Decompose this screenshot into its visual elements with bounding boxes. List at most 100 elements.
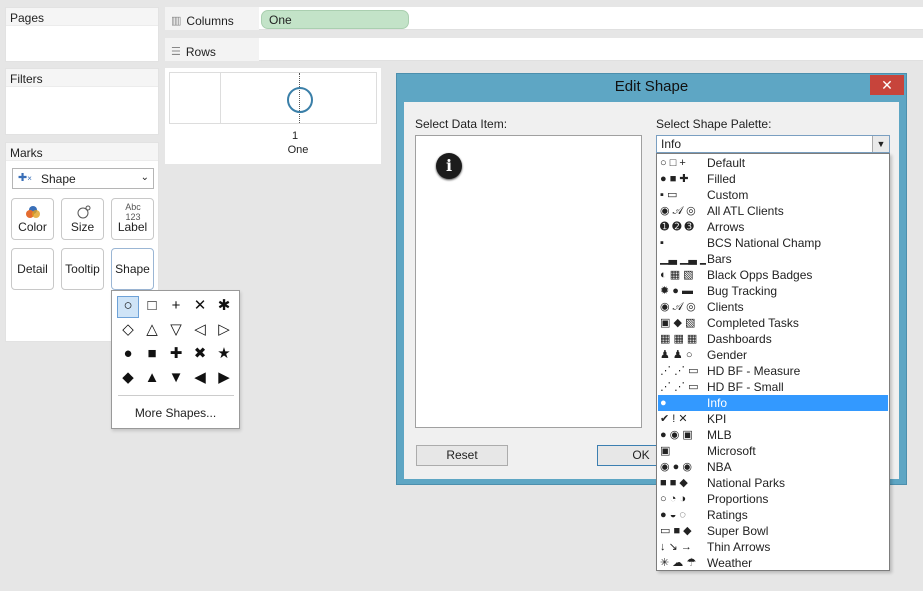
palette-item[interactable]: ♟ ♟ ○ Gender	[658, 347, 888, 363]
detail-button[interactable]: Detail	[11, 248, 54, 290]
shape-option-icon[interactable]: □	[142, 296, 162, 316]
shape-option-icon[interactable]: ▽	[166, 320, 186, 340]
palette-dropdown[interactable]: Info ▼	[656, 135, 890, 153]
palette-item[interactable]: ▪ BCS National Champ	[658, 235, 888, 251]
shape-option-icon[interactable]: ★	[214, 344, 234, 364]
palette-preview-icon: ➊ ➋ ➌	[660, 221, 694, 233]
shape-option-icon[interactable]: ◆	[118, 368, 138, 388]
palette-item[interactable]: ● ◉ ▣ MLB	[658, 427, 888, 443]
palette-item[interactable]: ↓ ↘ → Thin Arrows	[658, 539, 888, 555]
palette-item[interactable]: ▪ ▭ Custom	[658, 187, 888, 203]
shape-option-icon[interactable]: ✱	[214, 296, 234, 316]
info-icon[interactable]: i	[436, 153, 462, 179]
shape-option-icon[interactable]: ◇	[118, 320, 138, 340]
palette-item[interactable]: ▭ ■ ◆ Super Bowl	[658, 523, 888, 539]
palette-item[interactable]: ◉ ● ◉ NBA	[658, 459, 888, 475]
palette-item[interactable]: ◉ 𝒜 ◎ Clients	[658, 299, 888, 315]
palette-item[interactable]: ▣ ◆ ▧ Completed Tasks	[658, 315, 888, 331]
reset-button[interactable]: Reset	[416, 445, 508, 466]
palette-item[interactable]: ▦ ▦ ▦ Dashboards	[658, 331, 888, 347]
palette-item[interactable]: ✔ ! ✕ KPI	[658, 411, 888, 427]
palette-item-label: Info	[707, 396, 728, 410]
palette-item-label: Bars	[707, 252, 732, 266]
columns-pill-one[interactable]: One	[261, 10, 409, 29]
palette-item-label: Gender	[707, 348, 748, 362]
rows-shelf[interactable]: ☰ Rows	[165, 38, 923, 61]
palette-item[interactable]: ○ ◔ ◑ Proportions	[658, 491, 888, 507]
shape-option-icon[interactable]: ✖	[190, 344, 210, 364]
palette-item-label: HD BF - Small	[707, 380, 784, 394]
palette-item[interactable]: ▁▃ ▁▃ ▁▃Bars	[658, 251, 888, 267]
palette-item-label: Filled	[707, 172, 736, 186]
palette-item[interactable]: ● ◒ ◌ Ratings	[658, 507, 888, 523]
palette-preview-icon: ✔ ! ✕	[660, 413, 688, 425]
shape-option-icon[interactable]: ◀	[190, 368, 210, 388]
palette-item[interactable]: ⋰ ⋰ ▭ HD BF - Small	[658, 379, 888, 395]
palette-item-label: Proportions	[707, 492, 769, 506]
close-icon[interactable]: ✕	[870, 75, 904, 95]
palette-item[interactable]: ➊ ➋ ➌ Arrows	[658, 219, 888, 235]
columns-shelf[interactable]: ▥ Columns One	[165, 7, 923, 30]
color-button[interactable]: Color	[11, 198, 54, 240]
shape-option-icon[interactable]: ✕	[190, 296, 210, 316]
palette-preview-icon: ●	[660, 397, 667, 409]
shape-option-icon[interactable]: △	[142, 320, 162, 340]
shape-option-icon[interactable]: ✚	[166, 344, 186, 364]
columns-text: Columns	[186, 13, 234, 28]
filters-card: Filters	[5, 68, 159, 135]
select-data-item-label: Select Data Item:	[415, 117, 508, 131]
palette-preview-icon: ■ ■ ◆	[660, 477, 688, 489]
palette-item[interactable]: ● ■ ✚ Filled	[658, 171, 888, 187]
chevron-down-icon[interactable]: ▼	[872, 136, 889, 152]
palette-item[interactable]: ✳ ☁ ☂ Weather	[658, 555, 888, 570]
palette-item[interactable]: ⋰ ⋰ ▭ HD BF - Measure	[658, 363, 888, 379]
palette-preview-icon: ▁▃ ▁▃ ▁▃	[660, 253, 706, 265]
label-label: Label	[117, 220, 148, 234]
rows-shelf-label: ☰ Rows	[165, 38, 259, 61]
mark-type-dropdown[interactable]: ✚× Shape ⌄	[12, 168, 154, 189]
data-item-list[interactable]: i	[415, 135, 642, 428]
shape-option-icon[interactable]: ▼	[166, 368, 186, 388]
shape-option-icon[interactable]: ▶	[214, 368, 234, 388]
palette-preview-icon: ▦ ▦ ▦	[660, 333, 698, 345]
shape-option-icon[interactable]: ○	[118, 296, 138, 316]
size-button[interactable]: Size	[61, 198, 104, 240]
palette-item-label: MLB	[707, 428, 732, 442]
shape-option-icon[interactable]: ▲	[142, 368, 162, 388]
palette-item-label: Bug Tracking	[707, 284, 778, 298]
shape-option-icon[interactable]: ●	[118, 344, 138, 364]
palette-item[interactable]: ■ ■ ◆ National Parks	[658, 475, 888, 491]
columns-icon: ▥	[171, 15, 182, 27]
palette-item[interactable]: ● Info	[658, 395, 888, 411]
palette-preview-icon: ○ ◔ ◑	[660, 493, 687, 505]
shape-option-icon[interactable]: ▷	[214, 320, 234, 340]
palette-item[interactable]: ◉ 𝒜 ◎ All ATL Clients	[658, 203, 888, 219]
palette-preview-icon: ⋰ ⋰ ▭	[660, 365, 699, 377]
palette-preview-icon: ▪	[660, 237, 664, 249]
palette-item-label: Black Opps Badges	[707, 268, 813, 282]
shape-button[interactable]: Shape	[111, 248, 154, 290]
palette-preview-icon: ▣	[660, 445, 671, 457]
palette-item-label: Super Bowl	[707, 524, 769, 538]
circle-mark[interactable]	[287, 87, 313, 113]
tooltip-label: Tooltip	[65, 262, 100, 276]
more-shapes-link[interactable]: More Shapes...	[112, 406, 239, 420]
palette-preview-icon: ● ◒ ◌	[660, 509, 686, 521]
tooltip-button[interactable]: Tooltip	[61, 248, 104, 290]
palette-item[interactable]: ▣ Microsoft	[658, 443, 888, 459]
shape-option-icon[interactable]: +	[166, 296, 186, 316]
shape-option-icon[interactable]: ■	[142, 344, 162, 364]
axis-tick-label: 1	[291, 130, 299, 142]
palette-item-label: Ratings	[707, 508, 748, 522]
color-label: Color	[18, 220, 47, 234]
shape-option-icon[interactable]: ◁	[190, 320, 210, 340]
chevron-down-icon: ⌄	[140, 172, 149, 183]
palette-item-label: HD BF - Measure	[707, 364, 801, 378]
rows-icon: ☰	[171, 46, 181, 58]
select-palette-label: Select Shape Palette:	[656, 117, 772, 131]
view-pane[interactable]	[169, 72, 377, 124]
palette-item[interactable]: ◐ ▦ ▧ Black Opps Badges	[658, 267, 888, 283]
palette-item[interactable]: ○ □ + Default	[658, 155, 888, 171]
label-button[interactable]: Abc 123 Label	[111, 198, 154, 240]
palette-item[interactable]: ✹ ● ▬ Bug Tracking	[658, 283, 888, 299]
